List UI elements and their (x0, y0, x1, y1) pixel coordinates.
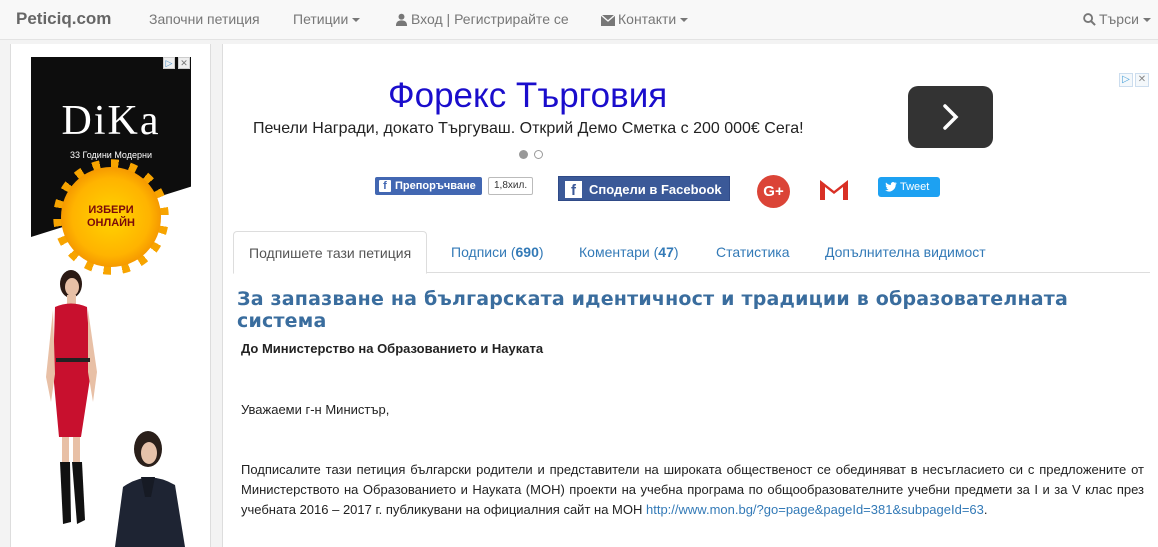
nav-search-dropdown[interactable]: Търси (1083, 11, 1151, 27)
dika-logo: DiKa (61, 98, 161, 144)
tab-sign-petition[interactable]: Подпишете тази петиция (233, 231, 428, 274)
dika-ad-banner[interactable]: DiKa 33 Години Модерни ИЗБЕРИ ОНЛАЙН ▷ ✕ (31, 57, 193, 547)
facebook-like-count: 1,8хил. (488, 177, 534, 195)
petition-addressee: До Министерство на Образованието и Наука… (241, 341, 544, 356)
ad-info-icon[interactable]: ▷ (163, 57, 175, 69)
chevron-right-icon (943, 104, 959, 130)
facebook-icon: f (379, 180, 391, 192)
ad-cta-line2: ОНЛАЙН (86, 217, 135, 229)
left-sidebar: DiKa 33 Години Модерни ИЗБЕРИ ОНЛАЙН ▷ ✕ (10, 44, 211, 547)
forex-ad-subtitle: Печели Награди, докато Търгуваш. Открий … (253, 120, 804, 137)
petition-greeting: Уважаеми г-н Министър, (241, 402, 390, 417)
petition-body-end: . (983, 502, 988, 517)
main-content: Форекс Търговия Печели Награди, докато Т… (222, 44, 1158, 547)
tab-extra-visibility[interactable]: Допълнителна видимост (825, 231, 986, 273)
signatures-count: 690 (515, 244, 539, 260)
facebook-share-label: Сподели в Facebook (589, 182, 722, 197)
nav-petitions-dropdown[interactable]: Петиции (293, 11, 361, 27)
nav-contacts-dropdown[interactable]: Контакти (601, 11, 689, 27)
tab-signatures-label: Подписи (451, 244, 507, 260)
facebook-like-button[interactable]: f Препоръчване (375, 177, 482, 195)
ad-close-icon[interactable]: ✕ (178, 57, 190, 69)
nav-search-label: Търси (1099, 11, 1139, 27)
tab-comments[interactable]: Коментари (47) (579, 231, 679, 273)
tweet-label: Tweet (900, 181, 930, 193)
tab-comments-label: Коментари (579, 244, 650, 260)
petition-body: Подписалите тази петиция български родит… (241, 460, 1144, 520)
model-red-dress-image (46, 270, 97, 524)
google-plus-share-button[interactable]: G+ (757, 175, 790, 208)
comments-count: 47 (658, 244, 674, 260)
forex-ad-next-button[interactable] (908, 86, 993, 148)
carousel-dot-active[interactable] (519, 150, 528, 159)
twitter-bird-icon (885, 182, 897, 192)
ad-cta-line1: ИЗБЕРИ (88, 204, 134, 216)
navbar: Peticiq.com Започни петиция Петиции Вход… (0, 0, 1158, 40)
facebook-share-button[interactable]: f Сподели в Facebook (558, 176, 730, 201)
caret-down-icon (352, 18, 361, 23)
tab-statistics[interactable]: Статистика (716, 231, 790, 273)
ad-cta: ИЗБЕРИ ОНЛАЙН (61, 204, 161, 230)
petition-tabs: Подпишете тази петиция Подписи (690) Ком… (233, 231, 1150, 274)
brand-logo[interactable]: Peticiq.com (16, 9, 111, 29)
caret-down-icon (1142, 18, 1151, 23)
tab-signatures[interactable]: Подписи (690) (451, 231, 544, 273)
mon-link[interactable]: http://www.mon.bg/?go=page&pageId=381&su… (646, 502, 984, 517)
gmail-share-icon[interactable] (818, 177, 850, 201)
forex-ad-title[interactable]: Форекс Търговия (388, 76, 667, 116)
tweet-button[interactable]: Tweet (878, 177, 940, 197)
carousel-dot[interactable] (534, 150, 543, 159)
search-icon (1083, 13, 1096, 26)
ad-close-icon[interactable]: ✕ (1135, 73, 1149, 87)
nav-contacts-label: Контакти (618, 11, 677, 27)
facebook-like-label: Препоръчване (395, 180, 476, 192)
nav-petitions-label: Петиции (293, 11, 349, 27)
envelope-icon (601, 15, 615, 26)
nav-login[interactable]: Вход | Регистрирайте се (395, 11, 569, 27)
ad-info-icon[interactable]: ▷ (1119, 73, 1133, 87)
nav-login-label: Вход | Регистрирайте се (411, 11, 569, 27)
facebook-icon: f (565, 181, 582, 199)
user-icon (395, 13, 408, 26)
caret-down-icon (680, 18, 689, 23)
petition-title: За запазване на българската идентичност … (237, 288, 1069, 332)
nav-start-petition[interactable]: Започни петиция (149, 11, 260, 27)
model-dark-coat-image (115, 431, 185, 547)
carousel-dots (519, 146, 549, 164)
